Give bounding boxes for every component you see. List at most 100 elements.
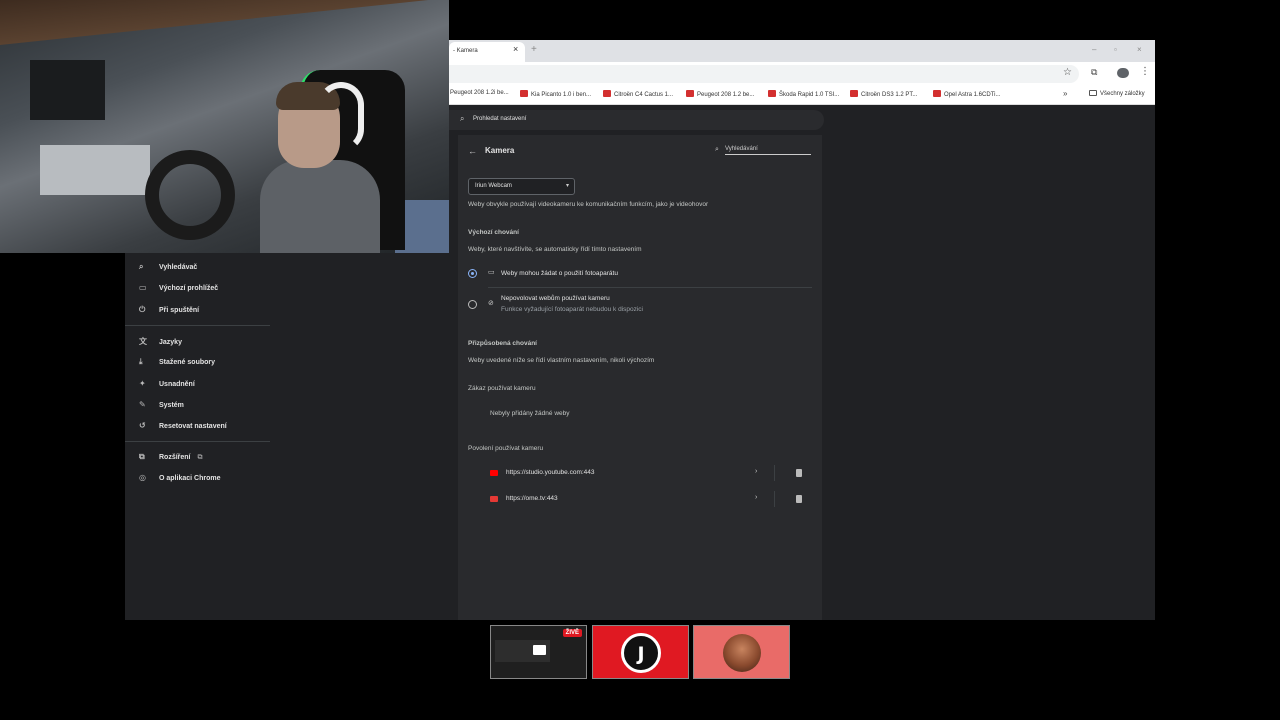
download-icon: ⤓ xyxy=(139,357,143,366)
sidebar-item-search-engine[interactable]: ⌕ Vyhledávač xyxy=(139,262,197,278)
search-settings-placeholder: Prohledat nastavení xyxy=(473,116,527,122)
allowed-heading: Povolení používat kameru xyxy=(468,445,544,452)
site-url: https://studio.youtube.com:443 xyxy=(506,469,595,476)
avatar xyxy=(723,634,761,672)
youtube-icon xyxy=(490,470,498,476)
option-allow-label: Weby mohou žádat o použití fotoaparátu xyxy=(501,270,618,277)
allowed-site-row[interactable]: https://studio.youtube.com:443 › xyxy=(488,464,808,484)
star-icon[interactable]: ☆ xyxy=(1063,67,1072,78)
blocked-empty: Nebyly přidány žádné weby xyxy=(490,410,570,417)
toolbar: ☆ ⧉ ⋮ xyxy=(449,62,1155,86)
sidebar-item-about-chrome[interactable]: ◎ O aplikaci Chrome xyxy=(139,473,220,489)
bookmark-favicon xyxy=(603,90,611,97)
trash-icon[interactable] xyxy=(796,495,802,503)
back-arrow-icon[interactable]: ← xyxy=(468,146,477,156)
folder-icon xyxy=(1089,90,1097,96)
translate-icon: 文 xyxy=(139,337,147,346)
bookmark-item[interactable]: Opel Astra 1.6CDTi... xyxy=(933,90,1000,98)
divider xyxy=(488,287,812,288)
radio-block[interactable] xyxy=(468,300,477,309)
webcam-background-screen xyxy=(30,60,105,120)
accessibility-icon: ✦ xyxy=(139,379,146,388)
bookmarks-bar: Peugeot 208 1.2i be... Kia Picanto 1.0 i… xyxy=(449,86,1155,105)
sidebar-item-reset[interactable]: ↺ Resetovat nastavení xyxy=(139,421,227,437)
page-title: Kamera xyxy=(485,146,515,155)
power-icon: ⏻ xyxy=(139,305,146,314)
default-behavior-description: Weby, které navštívíte, se automaticky ř… xyxy=(468,246,642,253)
radio-allow-ask[interactable] xyxy=(468,269,477,278)
bookmark-favicon xyxy=(768,90,776,97)
bookmark-item[interactable]: Peugeot 208 1.2i be... xyxy=(450,90,509,96)
extensions-icon[interactable]: ⧉ xyxy=(1091,67,1097,78)
screen: - Kamera × + – ▫ × ☆ ⧉ ⋮ Peugeot 208 1.2… xyxy=(0,0,1280,720)
bookmark-item[interactable]: Škoda Rapid 1.0 TSI... xyxy=(768,90,839,98)
separator xyxy=(774,465,775,481)
webcam-headset xyxy=(318,82,364,152)
chrome-icon: ◎ xyxy=(139,473,146,482)
participant-tile-screen[interactable]: ŽIVĚ xyxy=(490,625,587,679)
sidebar-item-languages[interactable]: 文 Jazyky xyxy=(139,336,182,352)
camera-settings-card: ← Kamera ⌕ Vyhledávání Iriun Webcam ▾ We… xyxy=(458,135,822,620)
participant-tile-guest[interactable] xyxy=(693,625,790,679)
chevron-down-icon: ▾ xyxy=(565,183,569,189)
option-block-description: Funkce vyžadující fotoaparát nebudou k d… xyxy=(501,306,644,313)
bookmark-item[interactable]: Peugeot 208 1.2 be... xyxy=(686,90,754,98)
settings-sidebar: ⌕ Vyhledávač ▭ Výchozí prohlížeč ⏻ Při spuš… xyxy=(125,253,449,620)
sidebar-item-downloads[interactable]: ⤓ Stažené soubory xyxy=(139,357,215,373)
allowed-site-row[interactable]: https://ome.tv:443 › xyxy=(488,490,808,510)
bookmark-item[interactable]: Kia Picanto 1.0 i ben... xyxy=(520,90,591,98)
sidebar-divider xyxy=(125,441,270,442)
profile-icon[interactable] xyxy=(1117,68,1129,78)
webcam-ceiling xyxy=(0,0,449,45)
sidebar-item-on-startup[interactable]: ⏻ Při spuštění xyxy=(139,305,199,321)
chevron-right-icon[interactable]: › xyxy=(755,494,757,501)
bookmarks-more-icon[interactable]: » xyxy=(1063,89,1067,98)
webcam-shelf xyxy=(40,145,150,195)
maximize-icon[interactable]: ▫ xyxy=(1114,45,1117,54)
default-behavior-heading: Výchozí chování xyxy=(468,229,519,236)
reset-icon: ↺ xyxy=(139,421,146,430)
search-icon: ⌕ xyxy=(139,262,144,271)
sidebar-item-default-browser[interactable]: ▭ Výchozí prohlížeč xyxy=(139,283,218,299)
sidebar-divider xyxy=(125,325,270,326)
chevron-right-icon[interactable]: › xyxy=(755,468,757,475)
j-logo-icon: J xyxy=(621,633,661,673)
tab-title: - Kamera xyxy=(453,48,478,54)
menu-icon[interactable]: ⋮ xyxy=(1140,66,1150,77)
camera-device-select[interactable]: Iriun Webcam ▾ xyxy=(468,178,575,195)
sidebar-item-accessibility[interactable]: ✦ Usnadnění xyxy=(139,379,195,395)
tab-close-icon[interactable]: × xyxy=(513,44,518,54)
webcam-steering-wheel xyxy=(145,150,235,240)
bookmark-favicon xyxy=(850,90,858,97)
tab-strip: - Kamera × + – ▫ × xyxy=(449,40,1155,62)
intro-text: Weby obvykle používají videokameru ke ko… xyxy=(468,201,709,208)
camera-off-icon: ⊘ xyxy=(488,300,494,307)
minimize-icon[interactable]: – xyxy=(1092,45,1096,54)
browser-icon: ▭ xyxy=(139,283,147,292)
live-badge: ŽIVĚ xyxy=(562,629,582,637)
blocked-heading: Zákaz používat kameru xyxy=(468,385,536,392)
all-bookmarks[interactable]: Všechny záložky xyxy=(1089,90,1145,97)
site-url: https://ome.tv:443 xyxy=(506,495,558,502)
webcam-overlay xyxy=(0,0,449,253)
bookmark-item[interactable]: Citroën C4 Cactus 1... xyxy=(603,90,673,98)
bookmark-favicon xyxy=(686,90,694,97)
selected-device: Iriun Webcam xyxy=(475,183,512,189)
search-icon: ⌕ xyxy=(715,146,719,153)
trash-icon[interactable] xyxy=(796,469,802,477)
present-screen-icon xyxy=(533,645,546,655)
search-settings-bar[interactable]: ⌕ Prohledat nastavení xyxy=(449,110,824,130)
close-window-icon[interactable]: × xyxy=(1137,45,1142,54)
bookmark-item[interactable]: Citroën DS3 1.2 PT... xyxy=(850,90,917,98)
sidebar-item-system[interactable]: ✎ Systém xyxy=(139,400,184,416)
option-block-label: Nepovolovat webům používat kameru xyxy=(501,295,610,302)
site-search-input[interactable]: Vyhledávání xyxy=(725,146,811,155)
search-icon: ⌕ xyxy=(460,114,465,123)
new-tab-icon[interactable]: + xyxy=(531,44,537,55)
open-external-icon: ⧉ xyxy=(197,454,203,461)
webcam-person-body xyxy=(260,160,380,253)
site-favicon-icon xyxy=(490,496,498,502)
participant-tile-logo[interactable]: J xyxy=(592,625,689,679)
address-bar[interactable] xyxy=(449,65,1079,83)
sidebar-item-extensions[interactable]: ⧉ Rozšíření ⧉ xyxy=(139,452,203,468)
